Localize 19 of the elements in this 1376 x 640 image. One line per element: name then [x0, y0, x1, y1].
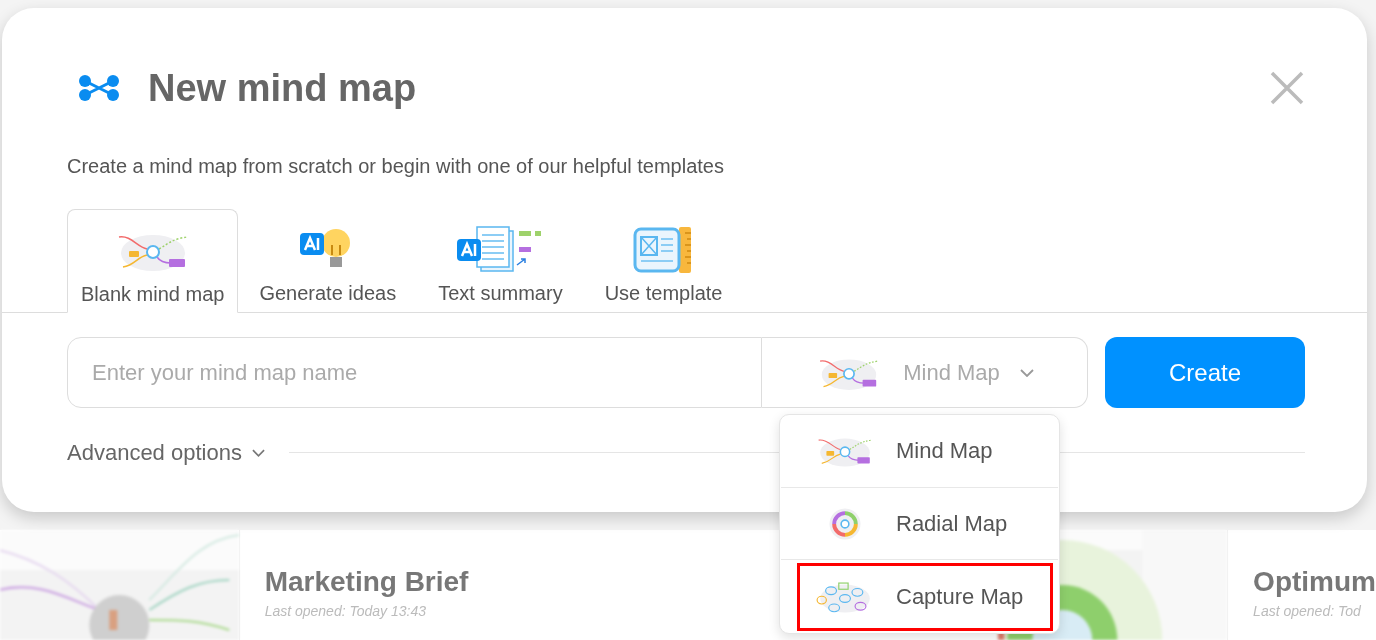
- name-input-field[interactable]: Enter your mind map name: [67, 337, 762, 408]
- menu-option[interactable]: Radial Map: [797, 489, 1053, 558]
- chevron-icon: [1019, 368, 1034, 377]
- dialog-title: New mind map: [148, 69, 417, 107]
- close-icon: [1270, 71, 1304, 105]
- menu-option[interactable]: Mind Map: [797, 416, 1053, 485]
- tab[interactable]: Use template: [583, 208, 744, 312]
- tab[interactable]: Blank mind map: [67, 209, 239, 313]
- advanced-options-toggle[interactable]: Advanced options: [67, 436, 265, 469]
- tab[interactable]: Text summary: [417, 208, 584, 312]
- menu-option[interactable]: Capture Map: [797, 562, 1053, 631]
- card-title: Marketing Brief: [264, 568, 469, 596]
- chevron-icon: [251, 448, 265, 457]
- mind-map-logo-icon: [78, 74, 120, 102]
- dialog-subtitle: Create a mind map from scratch or begin with one of our helpful templates: [67, 156, 725, 176]
- card-subtitle: Last opened: Today 13:43: [264, 604, 427, 618]
- card-title: Optimum: [1253, 568, 1376, 596]
- card-subtitle: Last opened: Tod: [1253, 604, 1361, 618]
- tab[interactable]: Generate ideas: [238, 208, 418, 312]
